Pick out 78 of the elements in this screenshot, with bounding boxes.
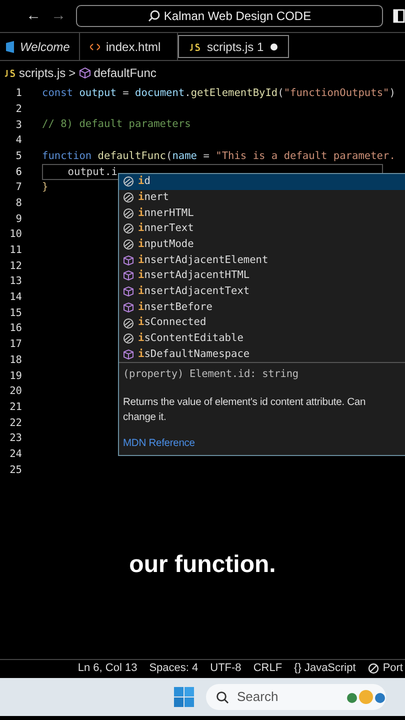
breadcrumb-item[interactable]: defaultFunc [94, 64, 156, 82]
line-number: 7 [14, 180, 22, 196]
suggestion-item[interactable]: isDefaultNamespace [119, 346, 405, 362]
suggestion-item[interactable]: inert [119, 190, 405, 206]
line-number: 19 [8, 368, 22, 384]
line-number: 8 [14, 196, 22, 211]
suggestion-item[interactable]: inputMode [119, 236, 405, 252]
cube-icon [78, 67, 91, 79]
line-number: 11 [8, 243, 22, 258]
line-number: 21 [8, 400, 22, 415]
layout-icon[interactable] [393, 9, 405, 23]
description-text: change it. [123, 411, 168, 426]
line-number: 17 [8, 337, 22, 352]
cube-icon [123, 302, 134, 313]
line-number: 2 [14, 102, 22, 117]
modified-dot-icon [270, 42, 278, 50]
forward-button[interactable]: → [51, 4, 66, 28]
line-number: 9 [14, 212, 22, 227]
breadcrumb-separator: > [68, 65, 76, 82]
suggestion-item[interactable]: isConnected [119, 315, 405, 331]
vscode-icon [6, 40, 14, 52]
line-number: 14 [8, 290, 22, 306]
code-line: const output = document.getElementById("functionOutputs") [42, 86, 396, 101]
suggestion-item[interactable]: insertAdjacentElement [119, 252, 405, 268]
suggestion-item[interactable]: insertAdjacentText [119, 284, 405, 300]
no-entry-icon [368, 663, 379, 674]
line-number: 22 [8, 416, 22, 431]
cube-icon [123, 348, 134, 360]
cube-icon [123, 286, 134, 298]
editor-tab[interactable]: index.html [80, 33, 178, 60]
line-number: 15 [8, 306, 22, 321]
line-number: 13 [8, 274, 22, 290]
js-icon [189, 42, 201, 50]
line-number: 23 [8, 431, 22, 446]
back-button[interactable]: ← [26, 4, 41, 28]
search-icon [148, 10, 160, 22]
code-line: // 8) default parameters [42, 117, 191, 132]
line-number: 3 [14, 118, 22, 132]
description-text: Returns the value of element's id content attribute. Can [123, 396, 367, 410]
signature-text: (property) Element.id: string [123, 367, 300, 382]
cube-icon [123, 270, 134, 282]
code-line: } [42, 180, 48, 196]
line-number: 12 [8, 258, 22, 274]
code-line: function defaultFunc(name = "This is a default parameter. [42, 148, 396, 164]
suggestion-item[interactable]: insertBefore [119, 300, 405, 316]
line-number: 16 [8, 321, 22, 336]
status-item[interactable]: Ln 6, Col 13 [78, 660, 138, 677]
js-icon [4, 69, 16, 77]
taskbar-search-field[interactable]: Search [206, 684, 386, 710]
suggestion-item[interactable]: insertAdjacentHTML [119, 268, 405, 284]
windows-start-icon[interactable] [174, 687, 194, 707]
status-item[interactable]: Spaces: 4 [149, 660, 198, 677]
line-number: 24 [8, 446, 22, 462]
code-icon [90, 42, 100, 50]
mdn-reference-link[interactable]: MDN Reference [123, 436, 195, 451]
editor-tab[interactable]: Welcome [0, 33, 80, 60]
cube-icon [123, 254, 134, 266]
line-number: 1 [14, 86, 22, 102]
line-number: 4 [14, 133, 22, 148]
search-icon [216, 690, 229, 704]
line-number: 5 [14, 148, 22, 164]
suggestion-item[interactable]: isContentEditable [119, 330, 405, 347]
suggestion-item[interactable]: id [119, 174, 405, 190]
command-search-field[interactable]: Kalman Web Design CODE [76, 5, 383, 27]
line-number: 25 [8, 462, 22, 478]
suggestion-item[interactable]: innerHTML [119, 205, 405, 222]
line-number: 18 [8, 352, 22, 368]
line-number: 20 [8, 384, 22, 400]
suggestion-item[interactable]: innerText [119, 221, 405, 237]
status-item[interactable]: CRLF [253, 660, 282, 677]
status-item[interactable]: Port [368, 660, 403, 677]
line-number: 6 [14, 164, 22, 180]
line-number: 10 [8, 227, 22, 242]
breadcrumb-item[interactable]: scripts.js [19, 64, 66, 82]
editor-tab[interactable]: scripts.js 1 [178, 35, 289, 58]
video-caption: our function. [128, 550, 277, 580]
status-item[interactable]: UTF-8 [210, 660, 242, 677]
status-item[interactable]: {} JavaScript [294, 660, 356, 677]
